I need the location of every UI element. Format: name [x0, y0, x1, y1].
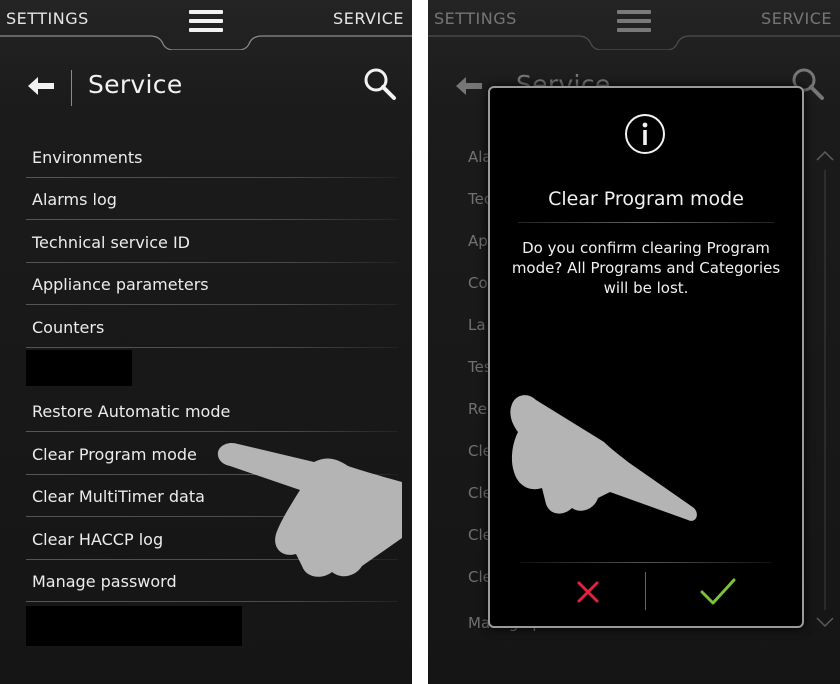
- redacted-block: [26, 606, 242, 646]
- menu-item-label: Appliance parameters: [32, 275, 209, 294]
- menu-item-label: Environments: [32, 148, 143, 167]
- divider: [26, 304, 398, 305]
- menu-item-restore-automatic-mode[interactable]: Restore Automatic mode: [0, 390, 412, 432]
- pointing-hand-icon: [217, 442, 402, 577]
- menu-item-label: Clear Program mode: [32, 445, 197, 464]
- dialog-message: Do you confirm clearing Program mode? Al…: [511, 239, 781, 297]
- menu-item-label: Manage password: [32, 572, 177, 591]
- background-item: La: [468, 316, 486, 334]
- back-arrow-icon[interactable]: [22, 68, 62, 104]
- check-icon[interactable]: [696, 572, 740, 612]
- back-arrow-icon: [450, 68, 490, 104]
- service-tab: SERVICE: [761, 9, 832, 28]
- menu-item-environments[interactable]: Environments: [0, 136, 412, 178]
- info-icon: [625, 114, 665, 154]
- top-bar: SETTINGS SERVICE: [428, 0, 840, 50]
- menu-item-label: Clear MultiTimer data: [32, 487, 205, 506]
- cross-icon[interactable]: [570, 574, 606, 610]
- header-divider: [71, 70, 72, 106]
- menu-item-redacted[interactable]: [0, 348, 412, 390]
- confirm-dialog: Clear Program mode Do you confirm cleari…: [488, 86, 804, 628]
- menu-item-technical-service-id[interactable]: Technical service ID: [0, 221, 412, 263]
- divider: [26, 219, 398, 220]
- service-tab[interactable]: SERVICE: [333, 9, 404, 28]
- page-title: Service: [88, 70, 183, 99]
- search-icon[interactable]: [360, 64, 400, 104]
- redacted-block: [26, 350, 132, 386]
- menu-item-redacted-bottom[interactable]: [0, 604, 412, 646]
- divider: [520, 562, 772, 563]
- menu-item-label: Counters: [32, 318, 105, 337]
- background-item: Re: [468, 400, 487, 418]
- menu-item-label: Restore Automatic mode: [32, 402, 231, 421]
- service-screen: SETTINGS SERVICE Service Environments Al…: [0, 0, 412, 684]
- background-item: Ap: [468, 232, 488, 250]
- divider: [26, 601, 398, 602]
- menu-item-label: Alarms log: [32, 190, 117, 209]
- menu-item-label: Clear HACCP log: [32, 530, 164, 549]
- divider: [518, 222, 774, 223]
- menu-icon[interactable]: [189, 10, 223, 32]
- menu-item-appliance-parameters[interactable]: Appliance parameters: [0, 263, 412, 305]
- button-divider: [645, 572, 646, 610]
- dialog-title: Clear Program mode: [548, 188, 744, 210]
- scrollbar[interactable]: [814, 148, 836, 638]
- background-item: Co: [468, 274, 488, 292]
- settings-tab[interactable]: SETTINGS: [6, 9, 89, 28]
- menu-icon: [617, 10, 651, 32]
- menu-item-alarms-log[interactable]: Alarms log: [0, 178, 412, 220]
- menu-item-label: Technical service ID: [32, 233, 190, 252]
- pointing-hand-icon: [510, 395, 697, 521]
- menu-item-counters[interactable]: Counters: [0, 306, 412, 348]
- settings-tab: SETTINGS: [434, 9, 517, 28]
- top-bar: SETTINGS SERVICE: [0, 0, 412, 50]
